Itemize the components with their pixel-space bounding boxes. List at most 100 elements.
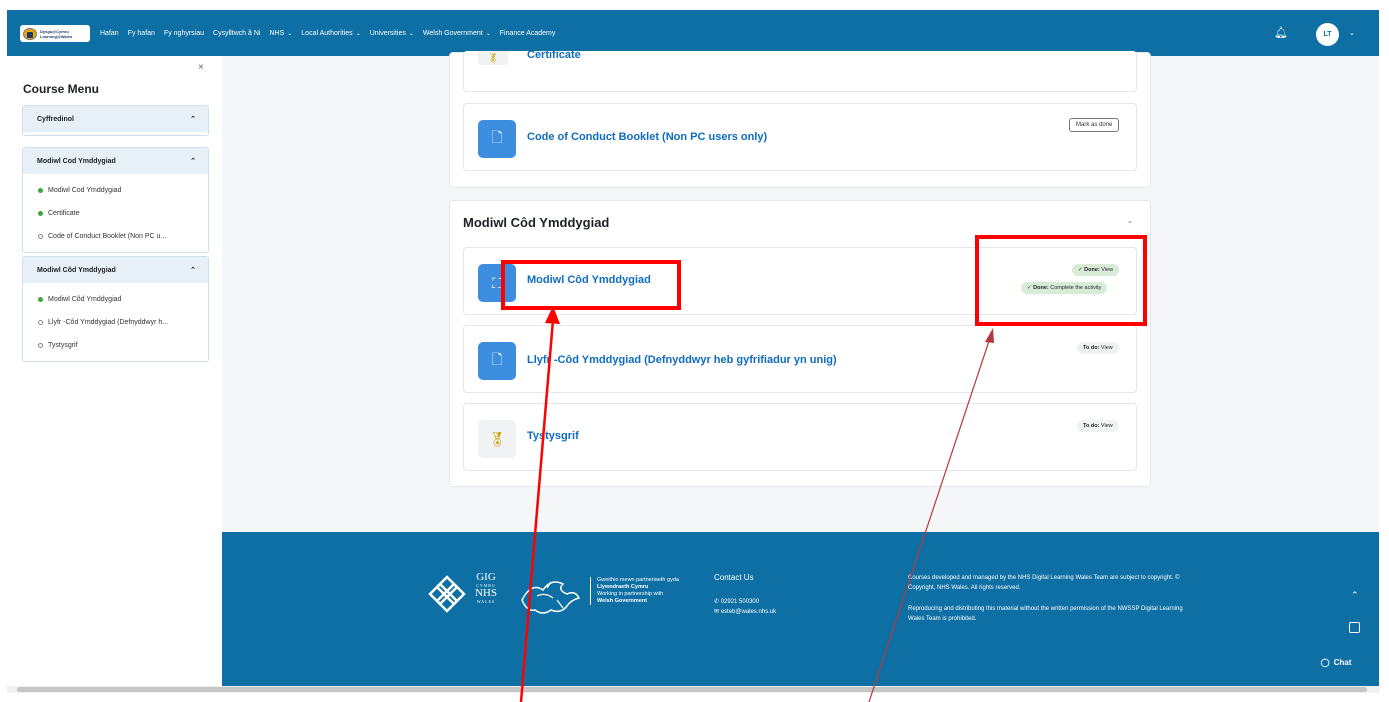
nav-item-label: NHS bbox=[269, 29, 285, 37]
gig-nhs-wordmark: GIG CYMRU NHS WALES bbox=[474, 571, 497, 605]
sidebar-activity-item[interactable]: Llyfr -Côd Ymddygiad (Defnyddwyr h... bbox=[23, 311, 208, 334]
user-avatar[interactable]: LT bbox=[1316, 23, 1339, 46]
file-icon: 🗋︎ bbox=[478, 120, 516, 158]
reproduction-notice: Reproducing and distributing this materi… bbox=[908, 606, 1183, 622]
notification-bell-icon[interactable]: 🔔︎ bbox=[1274, 26, 1288, 39]
activity-name[interactable]: Code of Conduct Booklet (Non PC users on… bbox=[527, 131, 767, 143]
module-card-top: 🏅︎ Certificate 🗋︎ Code of Conduct Bookle… bbox=[449, 49, 1151, 188]
incomplete-circle-icon bbox=[38, 234, 43, 239]
close-icon[interactable]: × bbox=[198, 62, 204, 73]
nav-item[interactable]: Cysylltwch â Ni bbox=[213, 30, 260, 37]
nav-item-label: Fy hafan bbox=[127, 29, 155, 37]
activity-booklet[interactable]: 🗋︎ Code of Conduct Booklet (Non PC users… bbox=[463, 103, 1137, 171]
chevron-down-icon: ⌄ bbox=[485, 30, 491, 37]
section-header[interactable]: Modiwl Côd Ymddygiad ⌃ bbox=[23, 257, 208, 283]
sidebar-item-label: Certificate bbox=[48, 210, 80, 217]
partnership-text: Gweithio mewn partneriaeth gyda Llywodra… bbox=[590, 577, 679, 605]
sidebar-activity-item[interactable]: Code of Conduct Booklet (Non PC u... bbox=[23, 225, 208, 248]
nav-item-label: Fy nghyrsiau bbox=[163, 29, 205, 37]
section-title: Modiwl Côd Ymddygiad bbox=[463, 215, 610, 230]
sidebar-item-label: Modiwl Côd Ymddygiad bbox=[48, 296, 122, 303]
logo-icon bbox=[23, 27, 37, 40]
nav-item-label: Local Authorities bbox=[301, 29, 353, 37]
incomplete-circle-icon bbox=[38, 320, 43, 325]
nav-item[interactable]: Local Authorities ⌄ bbox=[301, 30, 360, 37]
section-title: Modiwl Cod Ymddygiad bbox=[37, 157, 116, 165]
section-header[interactable]: Modiwl Cod Ymddygiad ⌃ bbox=[23, 148, 208, 174]
nav-item[interactable]: Fy hafan bbox=[128, 30, 155, 37]
completed-dot-icon bbox=[38, 188, 43, 193]
annotation-box-completion bbox=[975, 235, 1147, 326]
chevron-up-icon[interactable]: ⌃ bbox=[190, 266, 196, 274]
activity-llyfr[interactable]: 🗋︎ Llyfr -Côd Ymddygiad (Defnyddwyr heb … bbox=[463, 325, 1137, 393]
nav-item[interactable]: Finance Academy bbox=[500, 30, 556, 37]
nav-item[interactable]: Hafan bbox=[100, 30, 119, 37]
course-menu-title: Course Menu bbox=[23, 82, 100, 96]
activity-name[interactable]: Llyfr -Côd Ymddygiad (Defnyddwyr heb gyf… bbox=[527, 354, 837, 366]
top-navbar: Dysgu@Cymru Learning@Wales Hafan Fy hafan F… bbox=[7, 10, 1379, 56]
chat-bubble-icon: ◯ bbox=[1320, 657, 1330, 667]
chevron-down-icon[interactable]: ⌄ bbox=[1127, 217, 1133, 225]
nav-item[interactable]: Welsh Government ⌄ bbox=[423, 30, 491, 37]
site-footer: GIG CYMRU NHS WALES Gweithio mewn partne… bbox=[222, 532, 1379, 686]
main-nav: Hafan Fy hafan Fy nghyrsiau Cysylltwch â Ni… bbox=[100, 10, 555, 56]
sidebar-activity-item[interactable]: Tystysgrif bbox=[23, 334, 208, 357]
scrollbar-thumb[interactable] bbox=[17, 687, 1367, 692]
user-menu-chevron-icon[interactable]: ⌄ bbox=[1349, 29, 1355, 37]
file-icon: 🗋︎ bbox=[478, 342, 516, 380]
mark-as-done-button[interactable]: Mark as done bbox=[1069, 118, 1120, 132]
email-contact[interactable]: ✉ esteb@wales.nhs.uk bbox=[714, 608, 776, 615]
sidebar-activity-item[interactable]: Modiwl Cod Ymddygiad bbox=[23, 179, 208, 202]
section-title: Modiwl Côd Ymddygiad bbox=[37, 266, 116, 274]
completed-dot-icon bbox=[38, 211, 43, 216]
nav-item-label: Universities bbox=[369, 29, 406, 37]
course-section: Cyffredinol ⌃ bbox=[22, 105, 209, 136]
todo-badge: To do: View bbox=[1077, 342, 1119, 354]
certificate-icon: 🏅︎ bbox=[478, 51, 508, 65]
horizontal-scrollbar[interactable] bbox=[7, 686, 1379, 693]
nav-item-label: Hafan bbox=[100, 29, 119, 37]
logo-line2: Learning@Wales bbox=[40, 33, 73, 39]
chevron-down-icon: ⌄ bbox=[408, 30, 414, 37]
incomplete-circle-icon bbox=[38, 343, 43, 348]
activity-tystysgrif[interactable]: 🏅︎ Tystysgrif To do: View bbox=[463, 403, 1137, 471]
sidebar-item-label: Modiwl Cod Ymddygiad bbox=[48, 187, 122, 194]
contact-title: Contact Us bbox=[714, 573, 754, 582]
section-header[interactable]: Cyffredinol ⌃ bbox=[23, 106, 208, 132]
nav-item-label: Welsh Government bbox=[422, 29, 483, 37]
todo-badge: To do: View bbox=[1077, 420, 1119, 432]
copyright-text: Courses developed and managed by the NHS… bbox=[908, 575, 1180, 591]
scroll-top-chevron-icon[interactable]: ⌃ bbox=[1351, 590, 1359, 601]
phone-icon: ✆ bbox=[714, 599, 720, 605]
chevron-up-icon[interactable]: ⌃ bbox=[190, 157, 196, 165]
welsh-dragon-icon bbox=[521, 581, 581, 614]
nhs-wales-emblem-icon bbox=[428, 575, 466, 613]
sidebar-activity-item[interactable]: Certificate bbox=[23, 202, 208, 225]
activity-name[interactable]: Certificate bbox=[527, 49, 581, 61]
fullscreen-icon[interactable] bbox=[1349, 622, 1360, 633]
certificate-icon: 🏅︎ bbox=[478, 420, 516, 458]
annotation-box-activity bbox=[501, 260, 681, 310]
sidebar-activity-item[interactable]: Modiwl Côd Ymddygiad bbox=[23, 288, 208, 311]
nav-item[interactable]: NHS ⌄ bbox=[269, 30, 292, 37]
course-content: 🏅︎ Certificate 🗋︎ Code of Conduct Bookle… bbox=[222, 49, 1379, 532]
nav-item-label: Cysylltwch â Ni bbox=[213, 29, 261, 37]
chevron-up-icon[interactable]: ⌃ bbox=[190, 115, 196, 123]
chevron-down-icon: ⌄ bbox=[355, 30, 361, 37]
section-title: Cyffredinol bbox=[37, 115, 74, 123]
sidebar-item-label: Tystysgrif bbox=[48, 342, 78, 349]
nav-item[interactable]: Universities ⌄ bbox=[370, 30, 414, 37]
nav-item[interactable]: Fy nghyrsiau bbox=[164, 30, 204, 37]
phone-contact[interactable]: ✆ 02921 500300 bbox=[714, 598, 759, 605]
chat-button[interactable]: ◯ Chat bbox=[1305, 650, 1367, 674]
completed-dot-icon bbox=[38, 297, 43, 302]
site-logo[interactable]: Dysgu@Cymru Learning@Wales bbox=[20, 25, 90, 42]
course-menu-sidebar: × Course Menu Cyffredinol ⌃ Modiwl Cod Ymd… bbox=[7, 56, 222, 686]
activity-certificate[interactable]: 🏅︎ Certificate bbox=[463, 49, 1137, 92]
activity-name[interactable]: Tystysgrif bbox=[527, 430, 579, 442]
course-section: Modiwl Côd Ymddygiad ⌃ Modiwl Côd Ymddygia… bbox=[22, 256, 209, 362]
course-section: Modiwl Cod Ymddygiad ⌃ Modiwl Cod Ymddygia… bbox=[22, 147, 209, 253]
sidebar-item-label: Code of Conduct Booklet (Non PC u... bbox=[48, 233, 167, 240]
sidebar-item-label: Llyfr -Côd Ymddygiad (Defnyddwyr h... bbox=[48, 319, 169, 326]
mail-icon: ✉ bbox=[714, 609, 720, 615]
